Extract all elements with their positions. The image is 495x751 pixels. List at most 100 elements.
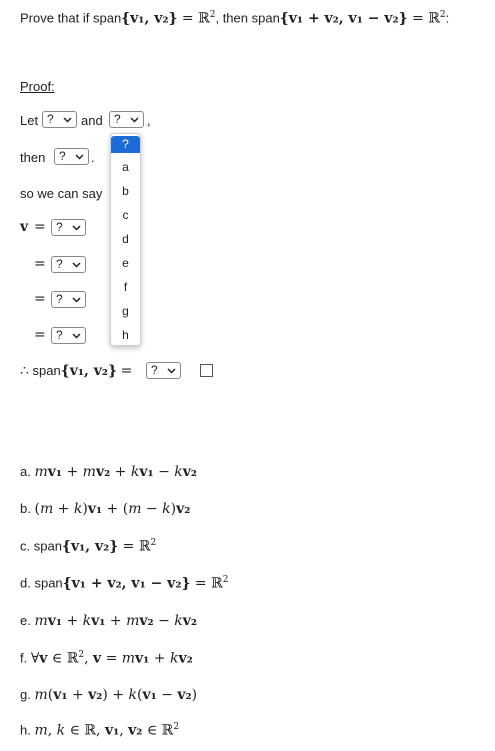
answer-expression-part: − bbox=[153, 613, 175, 629]
answer-choice-h: h. m, k ∈ ℝ, v₁, v₂ ∈ ℝ2 bbox=[20, 722, 179, 738]
answer-expression-part: v₂ bbox=[178, 650, 193, 667]
answer-expression-part: m bbox=[126, 613, 140, 629]
question-text: Prove that if span{v₁, v₂} = ℝ2, then sp… bbox=[20, 10, 449, 26]
dropdown-option-a[interactable]: a bbox=[111, 159, 140, 176]
answer-expression-part: v₂ bbox=[177, 687, 192, 703]
let-select-1[interactable]: ? bbox=[42, 111, 77, 128]
eq-sign-2: = bbox=[34, 291, 46, 307]
conclusion-select-value: ? bbox=[151, 363, 158, 377]
therefore-symbol: ∴ bbox=[20, 363, 29, 379]
v-select-3-value: ? bbox=[56, 328, 63, 342]
answer-expression-part: − bbox=[141, 501, 163, 517]
v-select-1-value: ? bbox=[56, 257, 63, 271]
answer-expression-part: ) + bbox=[102, 687, 129, 703]
question-eq2: = ℝ bbox=[407, 10, 440, 27]
question-text-b: , then span bbox=[215, 10, 280, 26]
dropdown-option-b[interactable]: b bbox=[111, 183, 140, 200]
question-set1: {v₁, v₂} bbox=[121, 10, 178, 27]
chevron-down-icon bbox=[72, 333, 81, 339]
dropdown-option-e[interactable]: e bbox=[111, 255, 140, 272]
answer-expression-part: k bbox=[82, 613, 92, 629]
answer-expression-part: k bbox=[56, 722, 66, 739]
dropdown-option-c[interactable]: c bbox=[111, 207, 140, 224]
and-label: and bbox=[81, 113, 103, 128]
eq-sign-3: = bbox=[34, 327, 46, 343]
question-eq1: = ℝ bbox=[177, 10, 210, 27]
chevron-down-icon bbox=[130, 117, 139, 123]
answer-expression-part: span bbox=[34, 575, 63, 591]
dropdown-option-h[interactable]: h bbox=[111, 327, 140, 344]
v-select-0[interactable]: ? bbox=[51, 219, 86, 236]
answer-expression-part: − bbox=[156, 687, 178, 703]
answer-expression-part: ∈ ℝ bbox=[142, 722, 174, 739]
answer-expression-part: m bbox=[121, 650, 136, 667]
let-select-2-value: ? bbox=[114, 112, 121, 126]
let-select-2[interactable]: ? bbox=[109, 111, 144, 128]
conclusion-span-set: {v₁, v₂} bbox=[60, 363, 118, 379]
answer-expression-part: + bbox=[67, 687, 89, 703]
answer-expression-part: + bbox=[105, 613, 127, 629]
answer-expression-part: m bbox=[128, 501, 142, 517]
answer-expression-part: , bbox=[47, 722, 57, 739]
comma: , bbox=[147, 113, 151, 128]
dropdown-option-placeholder[interactable]: ? bbox=[111, 136, 140, 153]
chevron-down-icon bbox=[72, 297, 81, 303]
answer-expression-part: m bbox=[34, 613, 48, 629]
chevron-down-icon bbox=[63, 117, 72, 123]
answer-label: g. bbox=[20, 687, 35, 702]
answer-expression-part: v₁ bbox=[104, 722, 120, 739]
dropdown-option-f[interactable]: f bbox=[111, 279, 140, 296]
answer-expression-part: , bbox=[119, 722, 129, 739]
answer-expression-part: v₂ bbox=[88, 687, 103, 703]
then-select[interactable]: ? bbox=[54, 148, 89, 165]
answer-expression-part: v₂ bbox=[95, 464, 111, 480]
answer-label: d. bbox=[20, 575, 35, 591]
answer-expression-part: = ℝ bbox=[190, 575, 223, 592]
answer-expression-part: v₁ bbox=[139, 464, 154, 480]
answer-expression-part: + ( bbox=[102, 501, 129, 517]
answer-expression-part: v₂ bbox=[182, 464, 198, 480]
answer-expression-part: {v₁ + v₂, v₁ − v₂} bbox=[62, 575, 191, 592]
answer-expression-part: ∈ ℝ, bbox=[65, 722, 105, 739]
answer-expression-part: k bbox=[162, 501, 171, 517]
answer-expression-part: v₁ bbox=[47, 613, 63, 629]
dropdown-option-g[interactable]: g bbox=[111, 303, 140, 320]
conclusion-line: ∴ span{v₁, v₂} = bbox=[20, 363, 132, 379]
v-select-3[interactable]: ? bbox=[51, 327, 86, 344]
answer-expression-part: m bbox=[34, 687, 48, 703]
answer-expression-part: m bbox=[34, 722, 48, 739]
answer-expression-part: 2 bbox=[222, 575, 229, 585]
option-dropdown-list[interactable]: ? a b c d e f g h bbox=[110, 133, 141, 346]
v-select-2-value: ? bbox=[56, 292, 63, 306]
proof-heading: Proof: bbox=[20, 79, 55, 94]
eq-sign-0: = bbox=[34, 219, 46, 235]
answer-expression-part: k bbox=[174, 613, 183, 629]
question-set2: {v₁ + v₂, v₁ − v₂} bbox=[279, 10, 408, 27]
answer-choice-d: d. span{v₁ + v₂, v₁ − v₂} = ℝ2 bbox=[20, 575, 228, 591]
dropdown-option-d[interactable]: d bbox=[111, 231, 140, 248]
answer-expression-part: {v₁, v₂} bbox=[61, 538, 119, 555]
conclusion-span-label: span bbox=[32, 363, 61, 378]
answer-expression-part: , bbox=[84, 650, 93, 667]
question-text-a: Prove that if span bbox=[20, 10, 122, 26]
let-select-1-value: ? bbox=[47, 112, 54, 126]
then-select-value: ? bbox=[59, 149, 66, 163]
answer-expression-part: v₁ bbox=[91, 613, 106, 629]
answer-expression-part: v₁ bbox=[135, 650, 150, 667]
answer-expression-part: 2 bbox=[173, 722, 180, 732]
answer-expression-part: − bbox=[153, 464, 175, 480]
answer-expression-part: v₂ bbox=[182, 613, 198, 629]
answer-choice-c: c. span{v₁, v₂} = ℝ2 bbox=[20, 538, 156, 554]
answer-label: b. bbox=[20, 501, 35, 516]
answer-checkbox[interactable] bbox=[200, 364, 213, 377]
then-label: then bbox=[20, 150, 46, 165]
v-select-1[interactable]: ? bbox=[51, 256, 86, 273]
v-select-2[interactable]: ? bbox=[51, 291, 86, 308]
answer-expression-part: + bbox=[149, 650, 170, 667]
answer-expression-part: m bbox=[39, 501, 54, 517]
answer-label: h. bbox=[20, 722, 35, 738]
answer-label: e. bbox=[20, 613, 35, 628]
answer-expression-part: + bbox=[62, 613, 83, 629]
conclusion-select[interactable]: ? bbox=[146, 362, 181, 379]
v-label: v bbox=[20, 219, 29, 235]
